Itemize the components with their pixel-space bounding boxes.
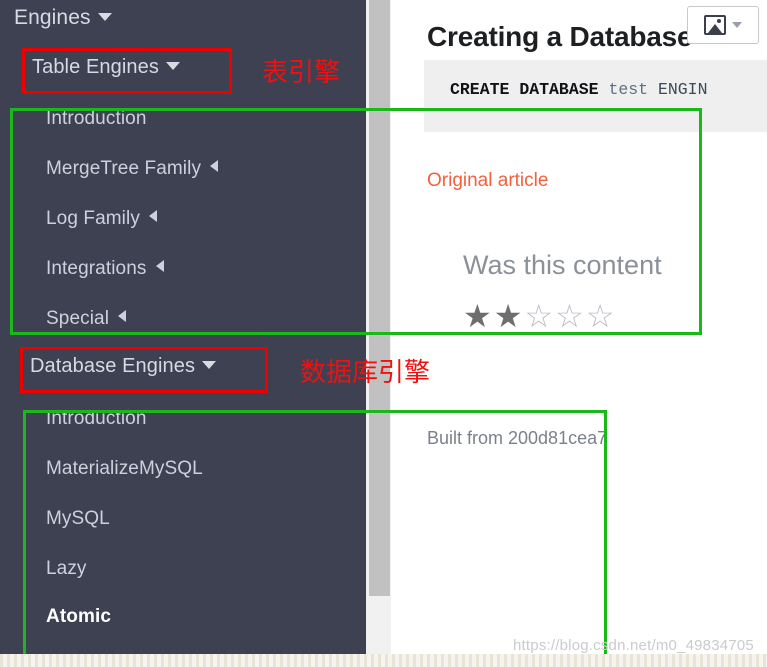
sidebar-item-label: Introduction (46, 108, 147, 129)
annotation-label-table-engines: 表引擎 (262, 58, 341, 88)
sidebar-item-introduction[interactable]: Introduction (46, 108, 147, 130)
sidebar-item-label: MySQL (46, 508, 110, 529)
chevron-down-icon (97, 13, 112, 21)
sidebar-item-label: MaterializeMySQL (46, 458, 203, 479)
sidebar-item-special[interactable]: Special (46, 308, 127, 330)
original-article-link[interactable]: Original article (427, 170, 548, 192)
sidebar-item-lazy[interactable]: Lazy (46, 558, 87, 580)
sidebar-group-title-database-engines[interactable]: Database Engines (30, 355, 217, 378)
annotation-label-database-engines: 数据库引擎 (300, 358, 431, 388)
sidebar-group-title-table-engines[interactable]: Table Engines (32, 56, 180, 79)
sql-keyword-create: CREATE (450, 80, 510, 99)
rating-stars[interactable]: ★★☆☆☆ (463, 300, 616, 332)
sql-keyword-database: DATABASE (519, 80, 599, 99)
sql-identifier-test: test (608, 80, 649, 99)
sidebar-item-db-introduction[interactable]: Introduction (46, 408, 147, 430)
chevron-left-icon (155, 260, 164, 272)
built-from-text: Built from 200d81cea7 (427, 428, 608, 448)
chevron-down-icon (165, 62, 180, 70)
sidebar-scrollbar-thumb[interactable] (369, 0, 390, 596)
screenshot-root: Engines Table Engines Introduction Merge… (0, 0, 767, 667)
code-line: CREATE DATABASE test ENGIN (450, 80, 707, 99)
sidebar-item-atomic[interactable]: Atomic (46, 606, 111, 628)
sidebar-item-log-family[interactable]: Log Family (46, 208, 157, 230)
code-block: CREATE DATABASE test ENGIN (424, 60, 767, 132)
sidebar-item-label: Introduction (46, 408, 147, 429)
star-4-empty[interactable]: ☆ (555, 298, 586, 334)
chevron-left-icon (118, 310, 127, 322)
star-5-empty[interactable]: ☆ (586, 298, 617, 334)
sidebar-item-mergetree-family[interactable]: MergeTree Family (46, 158, 219, 180)
chevron-left-icon (210, 160, 219, 172)
broken-image-icon (704, 15, 726, 35)
star-3-empty[interactable]: ☆ (524, 298, 555, 334)
star-2-filled[interactable]: ★ (494, 298, 525, 334)
chevron-down-icon (202, 361, 217, 369)
sidebar-item-label: MergeTree Family (46, 158, 202, 179)
sidebar-item-label: Lazy (46, 558, 87, 579)
sidebar-group-label: Database Engines (30, 355, 196, 377)
sidebar-item-label: Special (46, 308, 110, 329)
sidebar-header-engines[interactable]: Engines (14, 6, 112, 30)
sidebar-item-mysql[interactable]: MySQL (46, 508, 110, 530)
sidebar-item-materializemysql[interactable]: MaterializeMySQL (46, 458, 203, 480)
broken-image-placeholder[interactable] (687, 6, 759, 44)
sidebar-item-integrations[interactable]: Integrations (46, 258, 164, 280)
sidebar-navigation: Engines Table Engines Introduction Merge… (0, 0, 366, 654)
sidebar-header-label: Engines (14, 6, 91, 29)
sql-keyword-engine: ENGIN (657, 80, 708, 99)
sidebar-item-label: Log Family (46, 208, 140, 229)
chevron-left-icon (148, 210, 157, 222)
sidebar-group-label: Table Engines (32, 56, 159, 78)
star-1-filled[interactable]: ★ (463, 298, 494, 334)
page-title: Creating a Database (427, 20, 693, 52)
main-content: Creating a Database CREATE DATABASE test… (391, 0, 767, 654)
chevron-down-icon (732, 22, 742, 28)
footer-strip (0, 654, 767, 667)
rating-question-text: Was this content (463, 250, 662, 280)
watermark-text: https://blog.csdn.net/m0_49834705 (513, 637, 754, 654)
sidebar-item-label: Integrations (46, 258, 147, 279)
sidebar-item-label: Atomic (46, 606, 111, 627)
